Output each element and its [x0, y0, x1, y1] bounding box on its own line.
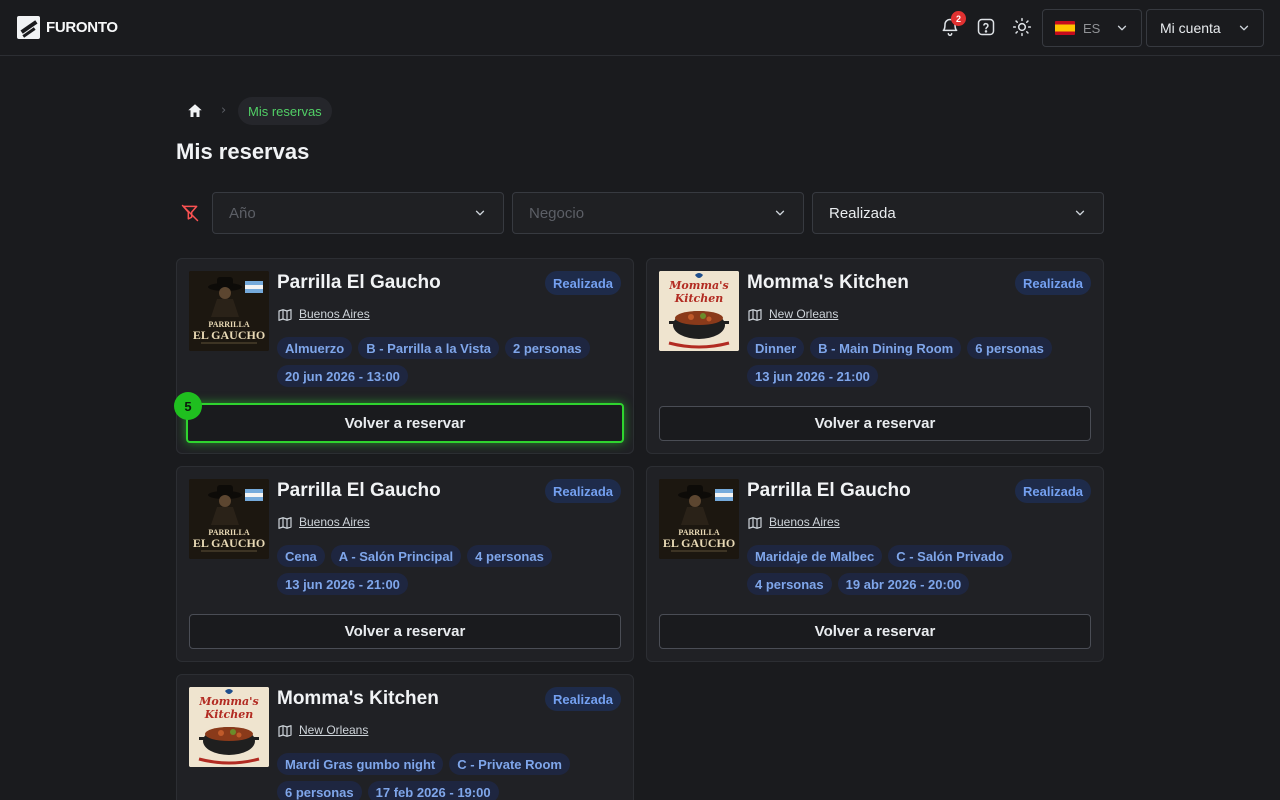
- status-badge: Realizada: [1015, 271, 1091, 295]
- room-tag: B - Main Dining Room: [810, 337, 962, 359]
- restaurant-city-link[interactable]: New Orleans: [769, 307, 838, 321]
- account-label: Mi cuenta: [1160, 20, 1221, 36]
- restaurant-logo: Momma's Kitchen: [189, 687, 269, 767]
- chevron-down-icon: [1075, 210, 1085, 216]
- rebook-button[interactable]: Volver a reservar: [189, 614, 621, 649]
- reservation-card: Momma's Kitchen Momma's Kitchen Realizad…: [646, 258, 1104, 454]
- service-tag: Almuerzo: [277, 337, 353, 359]
- help-icon: [977, 18, 995, 36]
- status-filter-value: Realizada: [829, 204, 896, 222]
- sun-icon: [1012, 17, 1032, 37]
- brand-logo[interactable]: FURONTO: [17, 16, 118, 39]
- datetime-tag: 20 jun 2026 - 13:00: [277, 365, 408, 387]
- room-tag: B - Parrilla a la Vista: [358, 337, 500, 359]
- map-icon: [748, 517, 762, 529]
- datetime-tag: 17 feb 2026 - 19:00: [367, 781, 499, 800]
- year-filter-placeholder: Año: [229, 204, 256, 222]
- chevron-down-icon: [775, 210, 785, 216]
- map-icon: [278, 309, 292, 321]
- reservation-tags: Almuerzo B - Parrilla a la Vista 2 perso…: [277, 337, 623, 387]
- rebook-button[interactable]: Volver a reservar: [659, 614, 1091, 649]
- notification-count-badge: 2: [951, 11, 966, 26]
- guests-tag: 6 personas: [277, 781, 362, 800]
- restaurant-logo: Momma's Kitchen: [659, 271, 739, 351]
- spain-flag-icon: [1055, 21, 1075, 35]
- theme-toggle-button[interactable]: [1011, 16, 1033, 38]
- restaurant-city-link[interactable]: Buenos Aires: [769, 515, 840, 529]
- svg-text:EL GAUCHO: EL GAUCHO: [193, 536, 265, 550]
- restaurant-name: Momma's Kitchen: [747, 272, 909, 293]
- rebook-button[interactable]: Volver a reservar: [186, 403, 624, 443]
- breadcrumb-separator: ›: [221, 103, 227, 118]
- top-header: FURONTO 2 ES Mi cuenta: [0, 0, 1280, 56]
- restaurant-city-link[interactable]: Buenos Aires: [299, 307, 370, 321]
- service-tag: Maridaje de Malbec: [747, 545, 883, 567]
- svg-text:Kitchen: Kitchen: [204, 708, 254, 721]
- svg-text:EL GAUCHO: EL GAUCHO: [193, 328, 265, 342]
- restaurant-name: Parrilla El Gaucho: [747, 480, 911, 501]
- reservation-tags: Mardi Gras gumbo night C - Private Room …: [277, 753, 623, 800]
- business-filter-placeholder: Negocio: [529, 204, 585, 222]
- help-button[interactable]: [975, 16, 997, 38]
- breadcrumb-current: Mis reservas: [238, 97, 332, 125]
- service-tag: Mardi Gras gumbo night: [277, 753, 444, 775]
- account-menu-button[interactable]: Mi cuenta: [1146, 9, 1264, 47]
- logo-text: FURONTO: [46, 19, 118, 36]
- status-badge: Realizada: [1015, 479, 1091, 503]
- chevron-down-icon: [475, 210, 485, 216]
- reservation-tags: Cena A - Salón Principal 4 personas 13 j…: [277, 545, 623, 595]
- datetime-tag: 19 abr 2026 - 20:00: [837, 573, 970, 595]
- filter-off-icon: [181, 204, 199, 222]
- datetime-tag: 13 jun 2026 - 21:00: [747, 365, 878, 387]
- reservation-tags: Dinner B - Main Dining Room 6 personas 1…: [747, 337, 1093, 387]
- year-filter-select[interactable]: Año: [212, 192, 504, 234]
- language-selector[interactable]: ES: [1042, 9, 1142, 47]
- reservation-card: PARRILLA EL GAUCHO Parrilla El Gaucho Re…: [176, 466, 634, 662]
- guests-tag: 6 personas: [967, 337, 1052, 359]
- guests-tag: 4 personas: [747, 573, 832, 595]
- step-number-badge: 5: [174, 392, 202, 420]
- rebook-button[interactable]: Volver a reservar: [659, 406, 1091, 441]
- status-badge: Realizada: [545, 687, 621, 711]
- service-tag: Cena: [277, 545, 325, 567]
- map-icon: [748, 309, 762, 321]
- guests-tag: 4 personas: [467, 545, 552, 567]
- page-title: Mis reservas: [176, 139, 310, 164]
- logo-mark-icon: [17, 16, 40, 39]
- chevron-down-icon: [1239, 25, 1249, 31]
- reservation-card: PARRILLA EL GAUCHO Parrilla El Gaucho Re…: [646, 466, 1104, 662]
- room-tag: C - Private Room: [449, 753, 570, 775]
- reservation-card: PARRILLA EL GAUCHO Parrilla El Gaucho Re…: [174, 258, 634, 454]
- datetime-tag: 13 jun 2026 - 21:00: [277, 573, 408, 595]
- clear-filters-button[interactable]: [180, 203, 200, 223]
- restaurant-name: Momma's Kitchen: [277, 688, 439, 709]
- svg-text:EL GAUCHO: EL GAUCHO: [663, 536, 735, 550]
- restaurant-logo: PARRILLA EL GAUCHO: [189, 271, 269, 351]
- reservation-card: Momma's Kitchen Momma's Kitchen Realizad…: [176, 674, 634, 800]
- service-tag: Dinner: [747, 337, 805, 359]
- room-tag: A - Salón Principal: [330, 545, 462, 567]
- restaurant-city-link[interactable]: New Orleans: [299, 723, 368, 737]
- restaurant-name: Parrilla El Gaucho: [277, 480, 441, 501]
- restaurant-city-link[interactable]: Buenos Aires: [299, 515, 370, 529]
- map-icon: [278, 517, 292, 529]
- chevron-down-icon: [1117, 25, 1127, 31]
- restaurant-logo: PARRILLA EL GAUCHO: [189, 479, 269, 559]
- room-tag: C - Salón Privado: [888, 545, 1012, 567]
- home-icon: [188, 104, 202, 117]
- breadcrumb-home-link[interactable]: [186, 102, 204, 120]
- svg-text:Momma's: Momma's: [198, 695, 258, 708]
- language-code: ES: [1083, 20, 1101, 36]
- svg-text:Momma's: Momma's: [668, 279, 728, 292]
- restaurant-logo: PARRILLA EL GAUCHO: [659, 479, 739, 559]
- guests-tag: 2 personas: [505, 337, 590, 359]
- restaurant-name: Parrilla El Gaucho: [277, 272, 441, 293]
- status-badge: Realizada: [545, 271, 621, 295]
- map-icon: [278, 725, 292, 737]
- status-badge: Realizada: [545, 479, 621, 503]
- status-filter-select[interactable]: Realizada: [812, 192, 1104, 234]
- reservation-tags: Maridaje de Malbec C - Salón Privado 4 p…: [747, 545, 1093, 595]
- business-filter-select[interactable]: Negocio: [512, 192, 804, 234]
- svg-text:Kitchen: Kitchen: [674, 292, 724, 305]
